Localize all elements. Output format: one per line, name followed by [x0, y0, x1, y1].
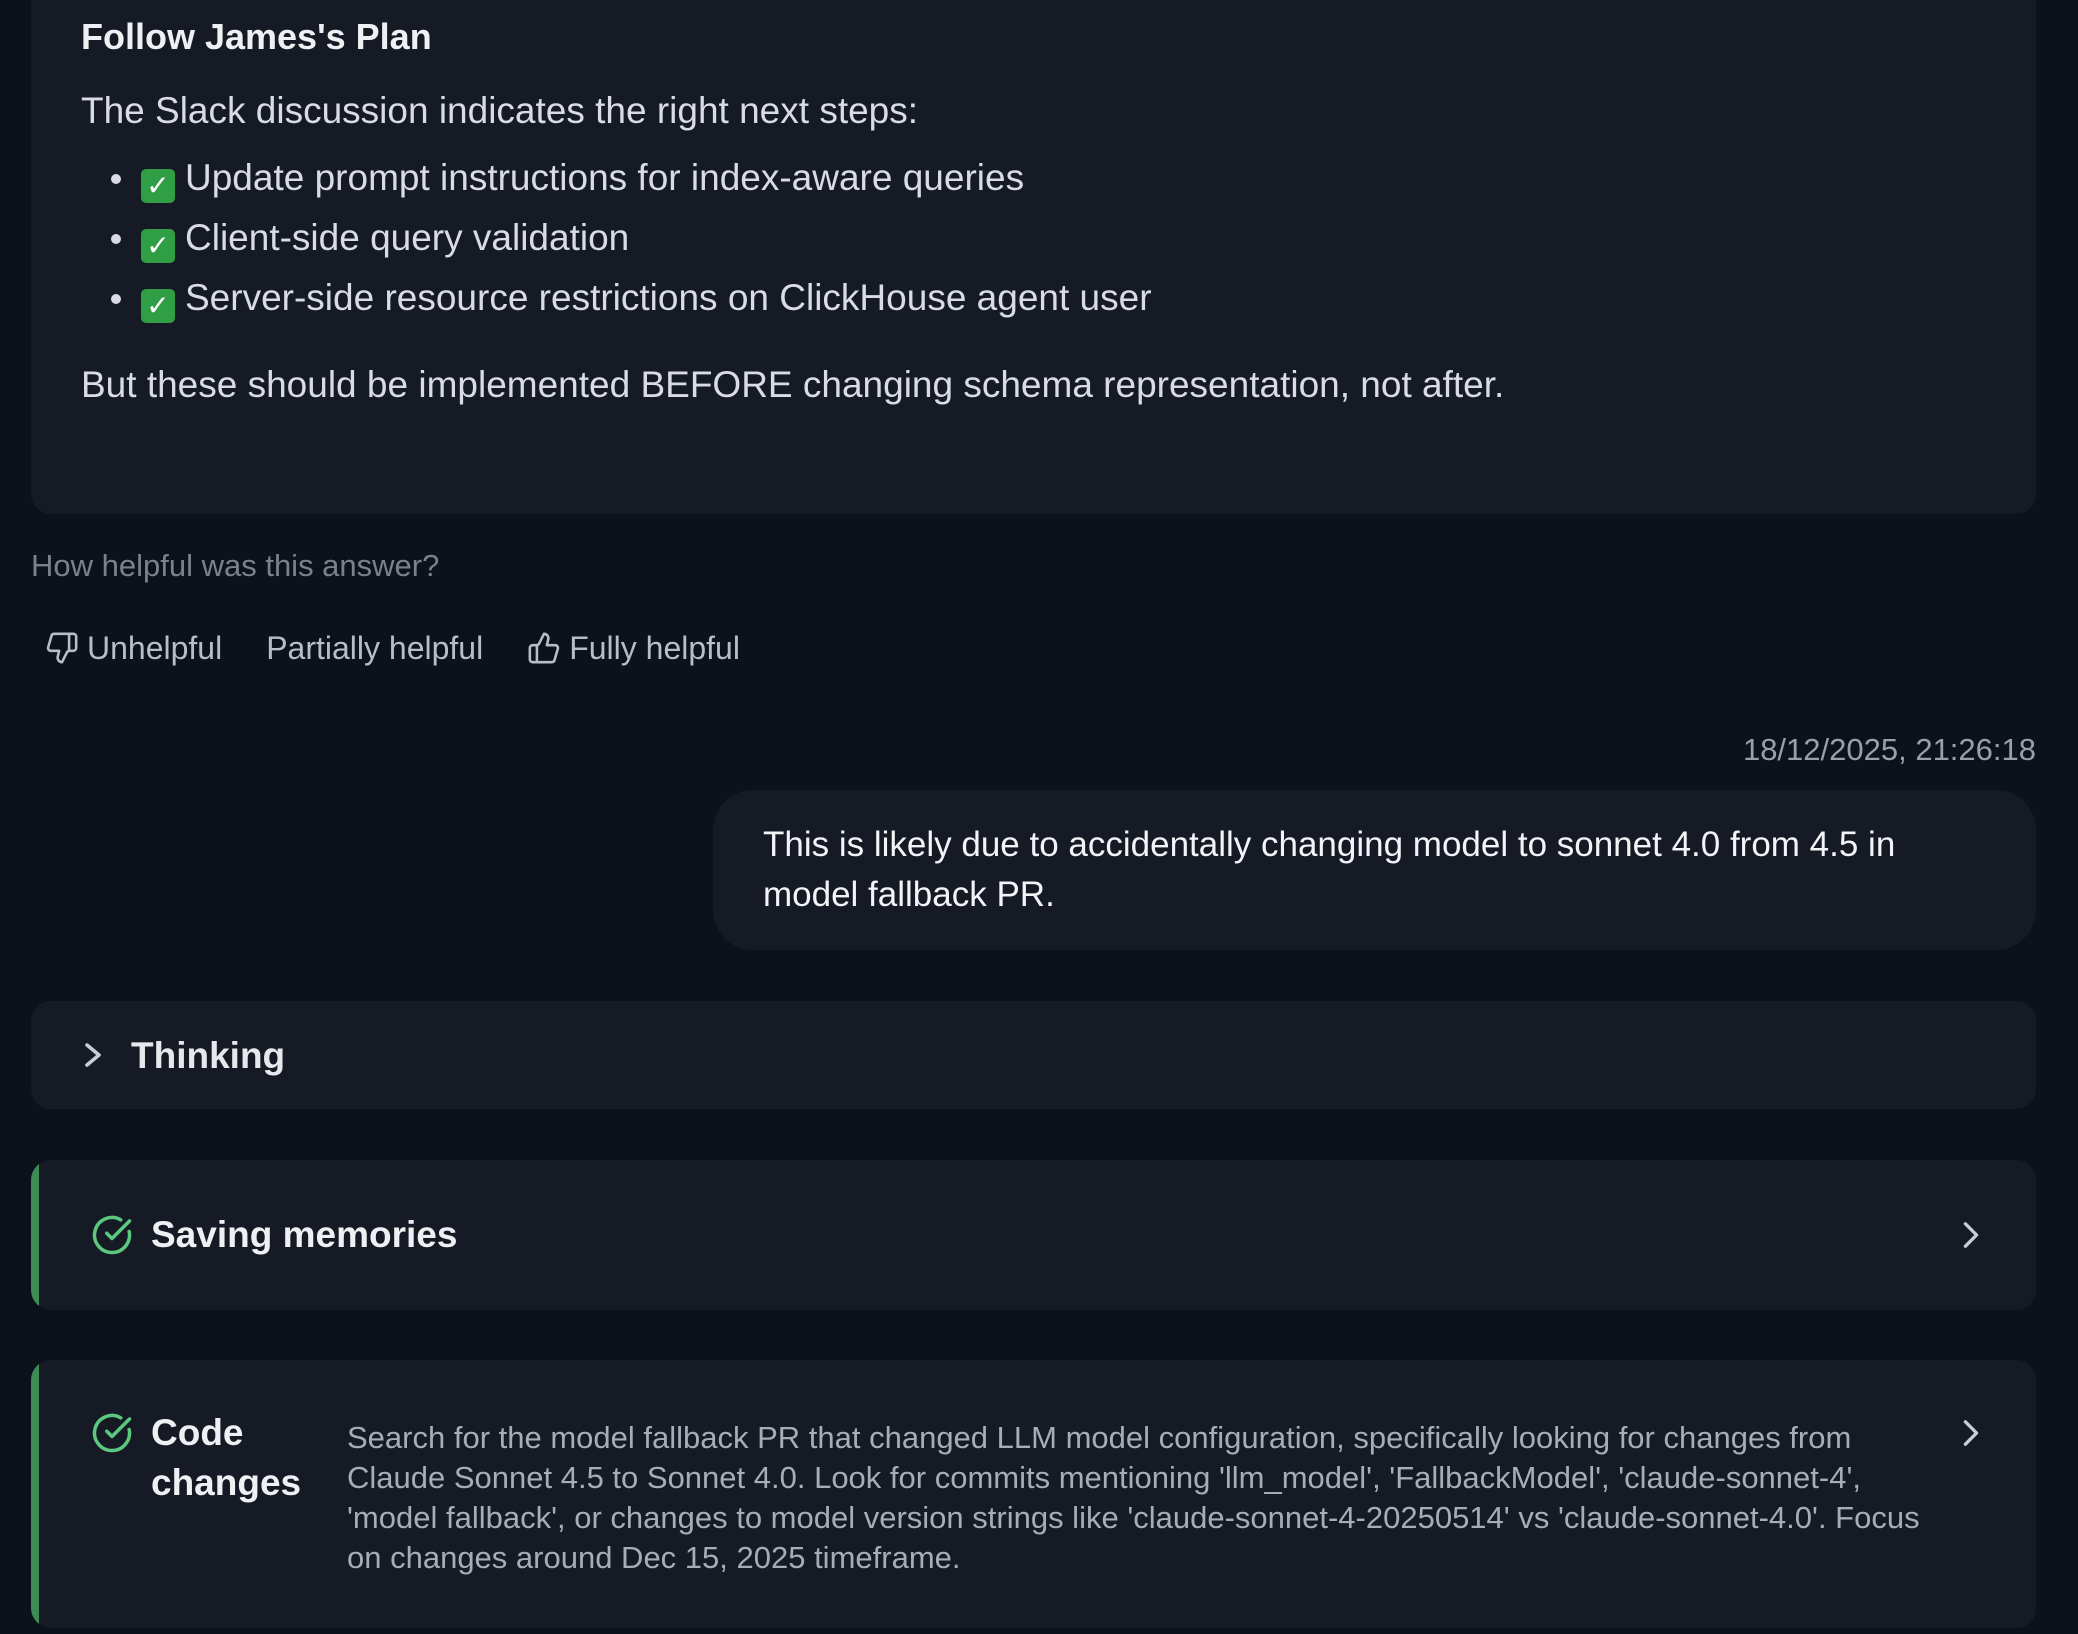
feedback-question: How helpful was this answer? — [31, 548, 440, 583]
partially-helpful-button[interactable]: Partially helpful — [252, 622, 497, 674]
tool-title: Saving memories — [151, 1214, 458, 1255]
status-accent-bar — [31, 1360, 39, 1628]
check-circle-icon — [92, 1413, 132, 1453]
plan-intro: The Slack discussion indicates the right… — [81, 90, 919, 131]
thinking-toggle[interactable]: Thinking — [31, 1001, 2036, 1109]
list-item: ✓ Update prompt instructions for index-aw… — [81, 148, 1152, 208]
message-timestamp: 18/12/2025, 21:26:18 — [1742, 732, 2036, 767]
list-item: ✓ Client-side query validation — [81, 208, 1152, 268]
check-mark-icon: ✓ — [141, 229, 175, 263]
list-item-text: Client-side query validation — [185, 217, 630, 258]
check-mark-icon: ✓ — [141, 169, 175, 203]
plan-steps-list: ✓ Update prompt instructions for index-aw… — [81, 148, 1152, 328]
tool-description: Search for the model fallback PR that ch… — [347, 1420, 1920, 1575]
partially-helpful-label: Partially helpful — [266, 629, 484, 666]
fully-helpful-label: Fully helpful — [569, 629, 740, 666]
thinking-label: Thinking — [131, 1035, 286, 1076]
bullet-icon — [111, 174, 121, 184]
plan-footer-text: But these should be implemented BEFORE c… — [81, 364, 1505, 405]
chevron-right-icon — [85, 1043, 101, 1067]
assistant-answer-card: Follow James's Plan The Slack discussion… — [31, 0, 2036, 514]
bullet-icon — [111, 294, 121, 304]
feedback-buttons: Unhelpful Partially helpful Fully helpfu… — [31, 622, 770, 674]
plan-title: Follow James's Plan — [81, 16, 432, 57]
status-accent-bar — [31, 1160, 39, 1310]
list-item-text: Server-side resource restrictions on Cli… — [185, 277, 1152, 318]
chevron-right-icon — [1963, 1420, 1979, 1446]
tool-title: Code changes — [151, 1412, 302, 1503]
bullet-icon — [111, 234, 121, 244]
thumbs-down-icon — [46, 632, 78, 664]
user-message-bubble: This is likely due to accidentally chang… — [713, 790, 2036, 950]
unhelpful-label: Unhelpful — [87, 629, 223, 666]
chevron-right-icon — [1963, 1222, 1979, 1248]
list-item: ✓ Server-side resource restrictions on Cl… — [81, 268, 1152, 328]
thumbs-up-icon — [528, 632, 560, 664]
list-item-text: Update prompt instructions for index-awa… — [185, 157, 1025, 198]
unhelpful-button[interactable]: Unhelpful — [31, 622, 236, 674]
tool-card-saving-memories[interactable]: Saving memories — [31, 1160, 2036, 1310]
fully-helpful-button[interactable]: Fully helpful — [513, 622, 754, 674]
check-mark-icon: ✓ — [141, 289, 175, 323]
check-circle-icon — [92, 1215, 132, 1255]
tool-card-code-changes[interactable]: Code changes Search for the model fallba… — [31, 1360, 2036, 1628]
